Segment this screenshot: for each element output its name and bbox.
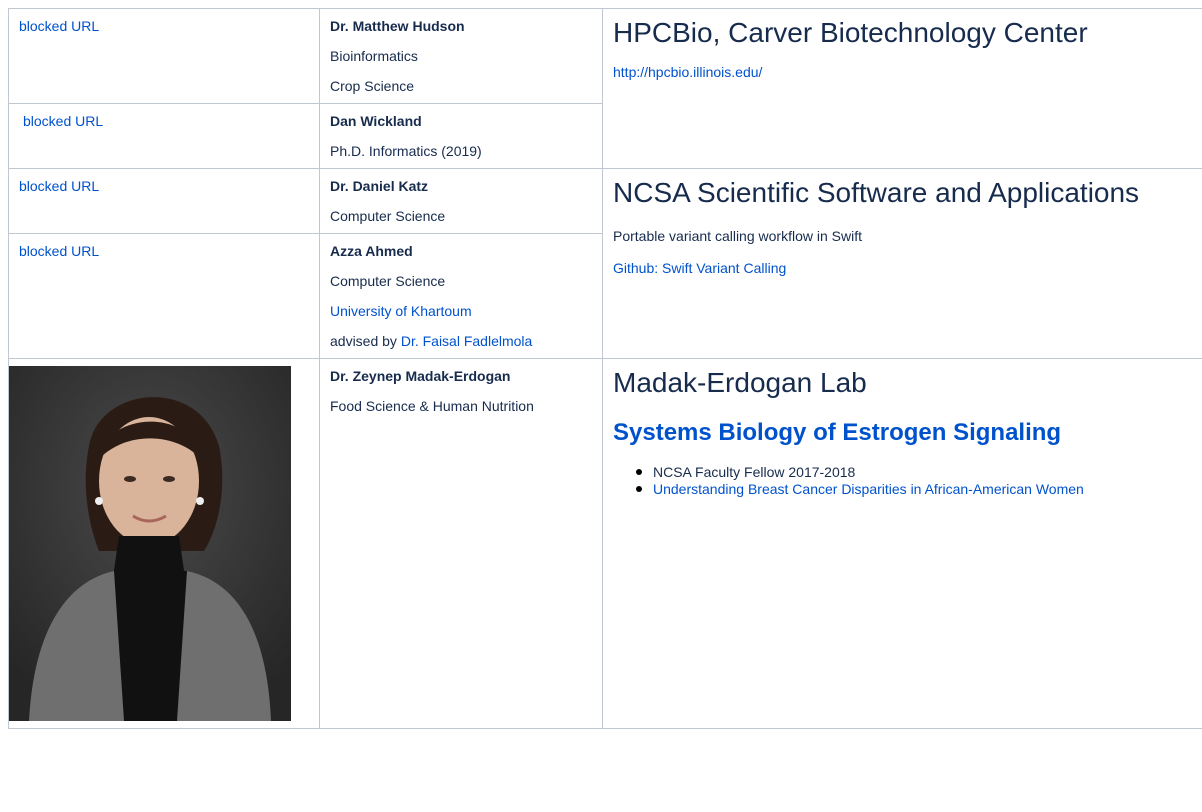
advised-by-label: advised by [330,333,401,349]
cell-hpcbio: HPCBio, Carver Biotechnology Center http… [602,8,1202,169]
ahmed-blocked-url-link[interactable]: blocked URL [19,243,99,259]
list-item[interactable]: Understanding Breast Cancer Disparities … [636,481,1143,498]
cell-katz-link: blocked URL [8,168,320,234]
lab-subtitle-link[interactable]: Systems Biology of Estrogen Signaling [613,418,1202,448]
person-name: Dr. Zeynep Madak-Erdogan [330,368,511,384]
cell-ahmed-info: Azza Ahmed Computer Science University o… [319,233,603,359]
list-item: NCSA Faculty Fellow 2017-2018 [636,464,1143,481]
group-title: Madak-Erdogan Lab [613,367,867,398]
cell-wickland-link: blocked URL [8,103,320,169]
cell-hudson-link: blocked URL [8,8,320,104]
portrait-photo [9,366,291,721]
list-item-text: NCSA Faculty Fellow 2017-2018 [653,464,856,480]
group-title: NCSA Scientific Software and Application… [613,177,1140,208]
cell-erdogan-photo [8,358,320,729]
person-name: Dr. Daniel Katz [330,178,429,194]
person-name: Azza Ahmed [330,243,413,259]
project-description: Portable variant calling workflow in Swi… [613,228,862,244]
table-row: Dr. Zeynep Madak-Erdogan Food Science & … [8,358,1202,729]
cell-katz-info: Dr. Daniel Katz Computer Science [319,168,603,234]
department: Ph.D. Informatics (2019) [330,143,482,159]
department: Food Science & Human Nutrition [330,398,534,414]
advisor-link[interactable]: Dr. Faisal Fadlelmola [401,333,533,349]
department: Computer Science [330,208,446,224]
table-row: blocked URL Dr. Matthew Hudson Bioinform… [8,8,1202,169]
department: Computer Science [330,273,446,289]
portrait-image [9,366,291,721]
department: Bioinformatics [330,48,418,64]
wickland-blocked-url-link[interactable]: blocked URL [19,113,103,129]
cell-lab: Madak-Erdogan Lab Systems Biology of Est… [602,358,1202,729]
katz-blocked-url-link[interactable]: blocked URL [19,178,99,194]
cell-ahmed-link: blocked URL [8,233,320,359]
cell-wickland-info: Dan Wickland Ph.D. Informatics (2019) [319,103,603,169]
hudson-blocked-url-link[interactable]: blocked URL [19,18,99,34]
bullet-icon [636,469,642,475]
cell-ncsa: NCSA Scientific Software and Application… [602,168,1202,359]
cell-erdogan-info: Dr. Zeynep Madak-Erdogan Food Science & … [319,358,603,729]
cell-hudson-info: Dr. Matthew Hudson Bioinformatics Crop S… [319,8,603,104]
hpcbio-url-link[interactable]: http://hpcbio.illinois.edu/ [613,64,762,80]
person-name: Dr. Matthew Hudson [330,18,465,34]
bullet-icon [636,486,642,492]
person-name: Dan Wickland [330,113,422,129]
university-link[interactable]: University of Khartoum [330,303,472,319]
department: Crop Science [330,78,415,94]
table-row: blocked URL Dr. Daniel Katz Computer Sci… [8,168,1202,359]
group-title: HPCBio, Carver Biotechnology Center [613,17,1088,48]
github-link[interactable]: Github: Swift Variant Calling [613,260,786,276]
breast-cancer-link[interactable]: Understanding Breast Cancer Disparities … [653,481,1084,497]
people-table: blocked URL Dr. Matthew Hudson Bioinform… [8,8,1202,729]
bullet-list: NCSA Faculty Fellow 2017-2018 Understand… [613,464,1202,498]
